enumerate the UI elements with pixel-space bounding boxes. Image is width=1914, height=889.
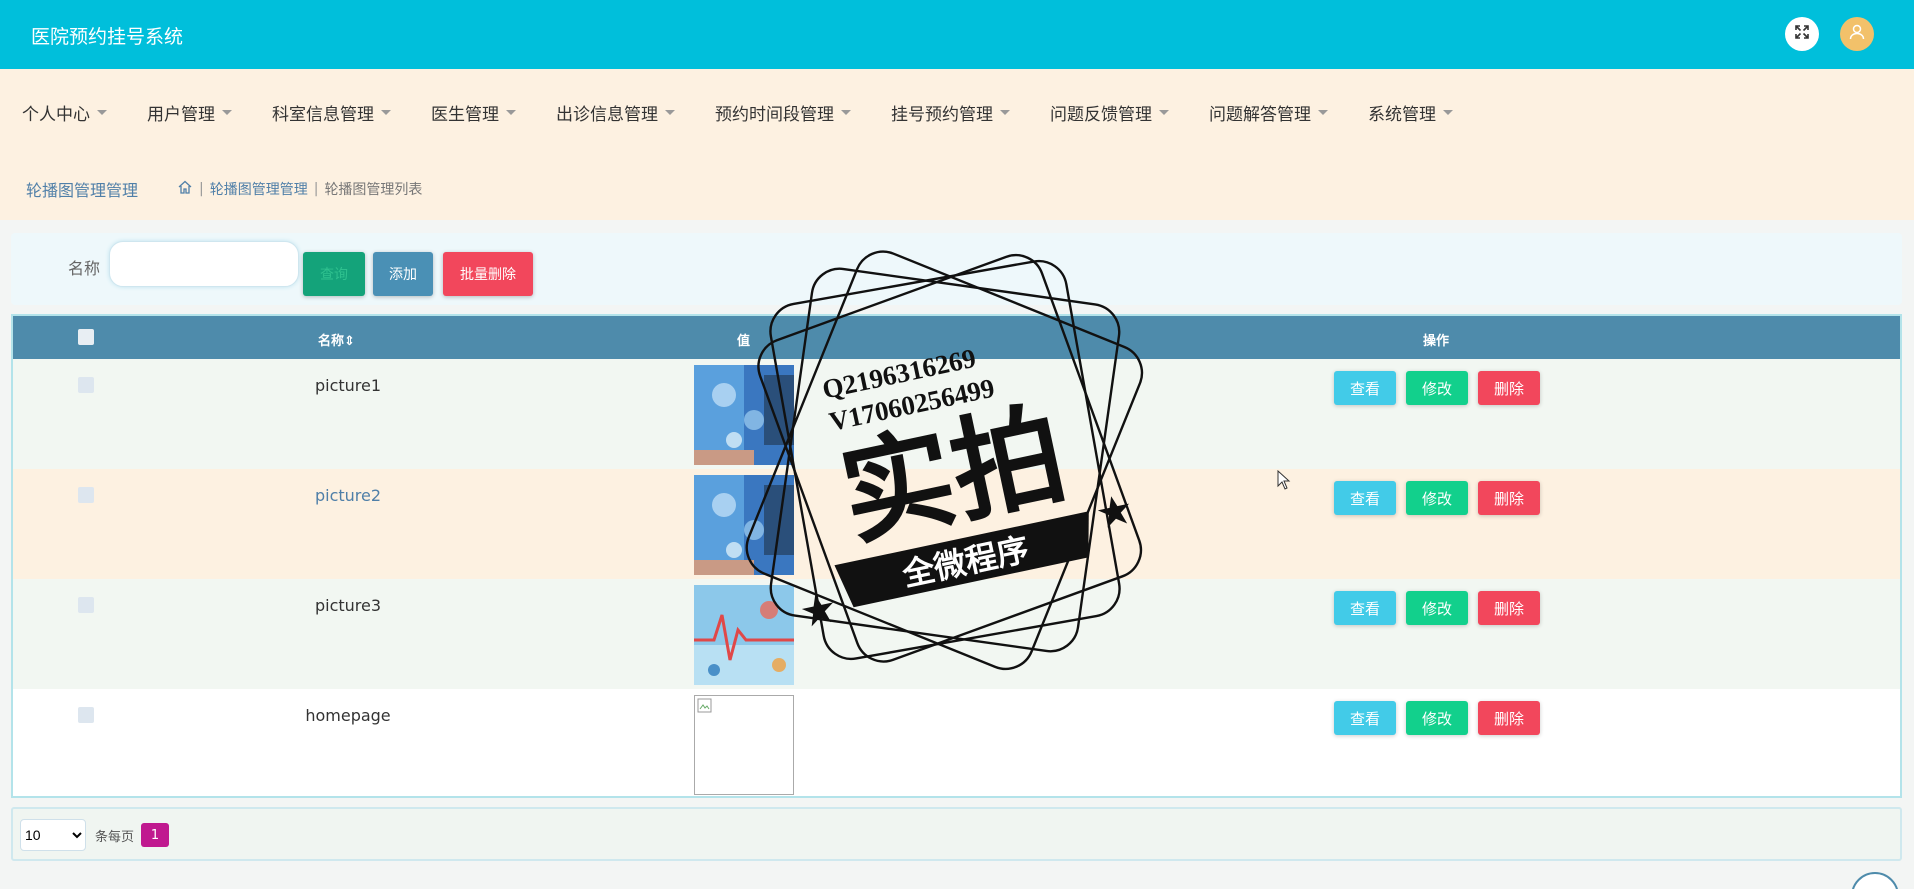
name-search-input[interactable] — [109, 241, 299, 287]
nav-item-department-management[interactable]: 科室信息管理 — [272, 100, 391, 125]
add-button[interactable]: 添加 — [373, 252, 433, 296]
nav-item-label: 个人中心 — [22, 104, 90, 125]
column-header-name-label: 名称 — [318, 334, 345, 349]
page-button-current[interactable]: 1 — [141, 823, 169, 847]
user-avatar-button[interactable] — [1840, 17, 1874, 51]
row-actions: 查看 修改 删除 — [1334, 591, 1540, 625]
query-button[interactable]: 查询 — [303, 252, 365, 296]
row-actions: 查看 修改 删除 — [1334, 481, 1540, 515]
breadcrumb-separator: | — [199, 181, 204, 197]
caret-down-icon — [1000, 109, 1010, 115]
nav-item-feedback-management[interactable]: 问题反馈管理 — [1050, 100, 1169, 125]
row-actions: 查看 修改 删除 — [1334, 701, 1540, 735]
breadcrumb: | 轮播图管理管理 | 轮播图管理列表 — [177, 179, 422, 199]
nav-item-user-management[interactable]: 用户管理 — [147, 100, 232, 125]
mouse-cursor-icon — [1277, 469, 1291, 494]
top-header: 医院预约挂号系统 — [0, 0, 1914, 69]
broken-image-icon — [694, 695, 794, 795]
row-name: picture3 — [314, 596, 382, 615]
row-name: picture1 — [314, 376, 382, 395]
table-header: 名称⇕ 值 操作 — [13, 316, 1900, 359]
pagination: 10 条每页 1 — [11, 807, 1902, 861]
edit-button[interactable]: 修改 — [1406, 371, 1468, 405]
fullscreen-icon — [1794, 24, 1810, 44]
per-page-label: 条每页 — [95, 830, 135, 845]
caret-down-icon — [841, 109, 851, 115]
nav-item-label: 问题反馈管理 — [1050, 104, 1152, 125]
search-label: 名称 — [68, 259, 101, 278]
batch-delete-button[interactable]: 批量删除 — [443, 252, 533, 296]
fullscreen-button[interactable] — [1785, 17, 1819, 51]
caret-down-icon — [506, 109, 516, 115]
column-header-value: 值 — [737, 334, 751, 349]
table-row: homepage 查看 修改 删除 — [13, 689, 1900, 796]
row-image — [694, 365, 794, 465]
table-row: picture1 查看 修改 删除 — [13, 359, 1900, 469]
caret-down-icon — [1159, 109, 1169, 115]
main-nav: 个人中心 用户管理 科室信息管理 医生管理 出诊信息管理 预约时间段管理 挂号预… — [0, 69, 1914, 155]
nav-item-clinic-management[interactable]: 出诊信息管理 — [556, 100, 675, 125]
caret-down-icon — [222, 109, 232, 115]
row-checkbox[interactable] — [78, 487, 94, 503]
nav-item-label: 预约时间段管理 — [715, 104, 834, 125]
home-icon[interactable] — [177, 179, 193, 199]
view-button[interactable]: 查看 — [1334, 371, 1396, 405]
edit-button[interactable]: 修改 — [1406, 481, 1468, 515]
nav-item-label: 挂号预约管理 — [891, 104, 993, 125]
nav-item-label: 医生管理 — [431, 104, 499, 125]
caret-down-icon — [1318, 109, 1328, 115]
table-row: picture2 查看 修改 删除 — [13, 469, 1900, 579]
nav-item-timeslot-management[interactable]: 预约时间段管理 — [715, 100, 851, 125]
breadcrumb-item: 轮播图管理列表 — [324, 182, 423, 198]
row-image — [694, 475, 794, 575]
caret-down-icon — [381, 109, 391, 115]
row-image — [694, 585, 794, 685]
table-row: picture3 查看 修改 删除 — [13, 579, 1900, 689]
row-checkbox[interactable] — [78, 377, 94, 393]
user-icon — [1848, 23, 1866, 45]
nav-item-label: 出诊信息管理 — [556, 104, 658, 125]
app-title: 医院预约挂号系统 — [31, 26, 184, 48]
row-name: homepage — [305, 706, 391, 725]
select-all-checkbox[interactable] — [78, 329, 94, 345]
data-table: 名称⇕ 值 操作 picture1 查看 修改 删除 picture2 查看 修… — [11, 314, 1902, 798]
row-actions: 查看 修改 删除 — [1334, 371, 1540, 405]
edit-button[interactable]: 修改 — [1406, 591, 1468, 625]
view-button[interactable]: 查看 — [1334, 481, 1396, 515]
sort-icon: ⇕ — [344, 334, 355, 349]
delete-button[interactable]: 删除 — [1478, 481, 1540, 515]
nav-item-system-management[interactable]: 系统管理 — [1368, 100, 1453, 125]
breadcrumb-bar: 轮播图管理管理 | 轮播图管理管理 | 轮播图管理列表 — [0, 155, 1914, 220]
caret-down-icon — [1443, 109, 1453, 115]
caret-down-icon — [665, 109, 675, 115]
nav-item-label: 系统管理 — [1368, 104, 1436, 125]
delete-button[interactable]: 删除 — [1478, 701, 1540, 735]
delete-button[interactable]: 删除 — [1478, 591, 1540, 625]
nav-item-personal-center[interactable]: 个人中心 — [22, 100, 107, 125]
page-size-select[interactable]: 10 — [20, 819, 86, 851]
nav-item-doctor-management[interactable]: 医生管理 — [431, 100, 516, 125]
row-checkbox[interactable] — [78, 597, 94, 613]
breadcrumb-item[interactable]: 轮播图管理管理 — [210, 179, 308, 199]
row-name: picture2 — [314, 486, 382, 505]
caret-down-icon — [97, 109, 107, 115]
nav-item-answer-management[interactable]: 问题解答管理 — [1209, 100, 1328, 125]
nav-item-label: 用户管理 — [147, 104, 215, 125]
nav-item-label: 问题解答管理 — [1209, 104, 1311, 125]
view-button[interactable]: 查看 — [1334, 701, 1396, 735]
row-checkbox[interactable] — [78, 707, 94, 723]
scroll-to-top-button[interactable] — [1851, 872, 1899, 889]
search-panel: 名称 查询 添加 批量删除 — [11, 233, 1902, 305]
nav-item-label: 科室信息管理 — [272, 104, 374, 125]
breadcrumb-separator: | — [313, 181, 319, 197]
nav-item-appointment-management[interactable]: 挂号预约管理 — [891, 100, 1010, 125]
edit-button[interactable]: 修改 — [1406, 701, 1468, 735]
page-title: 轮播图管理管理 — [26, 181, 139, 200]
delete-button[interactable]: 删除 — [1478, 371, 1540, 405]
chevron-up-icon — [1867, 884, 1883, 889]
column-header-action: 操作 — [1423, 334, 1450, 349]
column-header-name[interactable]: 名称⇕ — [318, 330, 355, 349]
view-button[interactable]: 查看 — [1334, 591, 1396, 625]
